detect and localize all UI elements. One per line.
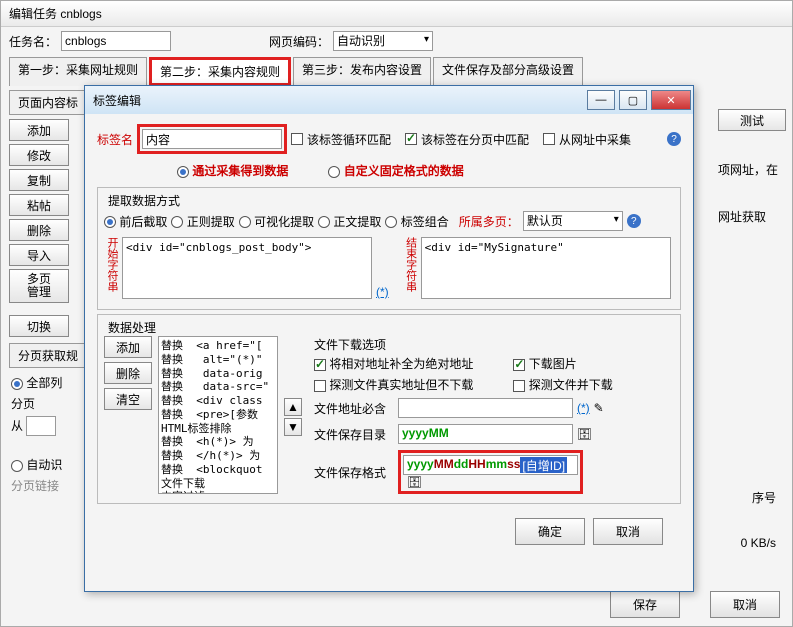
chk-page-match[interactable]: [405, 133, 417, 145]
tag-name-input[interactable]: [142, 129, 282, 149]
dl-group-label: 文件下载选项: [314, 336, 674, 353]
radio-ex-cut[interactable]: [104, 216, 116, 228]
task-name-input[interactable]: [61, 31, 171, 51]
proc-del[interactable]: 删除: [104, 362, 152, 384]
tag-name-highlight: [137, 124, 287, 154]
tab-step1[interactable]: 第一步：采集网址规则: [9, 57, 147, 86]
help-icon-2[interactable]: ?: [627, 214, 641, 228]
proc-clear[interactable]: 清空: [104, 388, 152, 410]
page-link-label: 分页链接: [11, 479, 59, 493]
radio-ex-regex[interactable]: [171, 216, 183, 228]
step-tabs: 第一步：采集网址规则 第二步：采集内容规则 第三步：发布内容设置 文件保存及部分…: [1, 55, 792, 86]
pencil-icon[interactable]: ✎: [594, 401, 604, 415]
from-input[interactable]: [26, 416, 56, 436]
main-save-button[interactable]: 保存: [610, 591, 680, 618]
main-title: 编辑任务 cnblogs: [1, 1, 792, 27]
process-fieldset: 数据处理 添加 删除 清空 替换 <a href="[ 替换 alt="(*)"…: [97, 314, 681, 504]
radio-auto[interactable]: [11, 460, 23, 472]
btn-add[interactable]: 添加: [9, 119, 69, 141]
radio-ex-group[interactable]: [385, 216, 397, 228]
seq-label: 序号: [752, 489, 776, 506]
radio-mode-custom[interactable]: [328, 166, 340, 178]
maximize-button[interactable]: ▢: [619, 90, 647, 110]
page-fetch-tab[interactable]: 分页获取规: [9, 343, 87, 368]
page-content-tab[interactable]: 页面内容标: [9, 90, 87, 115]
db-icon[interactable]: 🗄: [577, 427, 592, 441]
move-up-icon[interactable]: ▲: [284, 398, 302, 416]
help-icon[interactable]: ?: [667, 132, 681, 146]
dialog-titlebar[interactable]: 标签编辑 — ▢ ✕: [85, 86, 693, 114]
tag-name-label: 标签名: [97, 131, 133, 148]
encoding-select[interactable]: 自动识别: [333, 31, 433, 51]
main-cancel-button[interactable]: 取消: [710, 591, 780, 618]
save-dir-input[interactable]: yyyyMM: [398, 424, 573, 444]
btn-copy[interactable]: 复制: [9, 169, 69, 191]
chk-from-url[interactable]: [543, 133, 555, 145]
tab-step3[interactable]: 第三步：发布内容设置: [293, 57, 431, 86]
close-button[interactable]: ✕: [651, 90, 691, 110]
page-label: 分页: [11, 397, 35, 411]
radio-ex-visual[interactable]: [239, 216, 251, 228]
btn-paste[interactable]: 粘帖: [9, 194, 69, 216]
end-str-label: 结束字符串: [403, 237, 417, 299]
btn-test[interactable]: 测试: [718, 109, 786, 131]
minimize-button[interactable]: —: [587, 90, 615, 110]
start-str-label: 开始字符串: [104, 237, 118, 299]
cancel-button[interactable]: 取消: [593, 518, 663, 545]
chk-probe-dl[interactable]: [513, 380, 525, 392]
url-contain-input[interactable]: [398, 398, 573, 418]
start-string-input[interactable]: [122, 237, 372, 299]
save-fmt-input[interactable]: yyyyMMddHHmmss [自增ID]: [403, 455, 578, 475]
chk-abs-url[interactable]: [314, 359, 326, 371]
proc-add[interactable]: 添加: [104, 336, 152, 358]
btn-multipage[interactable]: 多页管理: [9, 269, 69, 303]
tag-edit-dialog: 标签编辑 — ▢ ✕ 标签名 该标签循环匹配 该标签在分页中匹配 从网址中采集 …: [84, 85, 694, 592]
radio-ex-text[interactable]: [318, 216, 330, 228]
dialog-title: 标签编辑: [93, 92, 141, 109]
btn-import[interactable]: 导入: [9, 244, 69, 266]
ok-button[interactable]: 确定: [515, 518, 585, 545]
db-icon-2[interactable]: 🗄: [407, 475, 422, 489]
extract-fieldset: 提取数据方式 前后截取 正则提取 可视化提取 正文提取 标签组合 所属多页： 默…: [97, 187, 681, 310]
chk-dl-img[interactable]: [513, 359, 525, 371]
radio-all-list[interactable]: [11, 378, 23, 390]
belong-select[interactable]: 默认页: [523, 211, 623, 231]
chk-loop-match[interactable]: [291, 133, 303, 145]
tab-step4[interactable]: 文件保存及部分高级设置: [433, 57, 583, 86]
encoding-label: 网页编码：: [269, 33, 329, 50]
save-fmt-highlight: yyyyMMddHHmmss [自增ID] 🗄: [398, 450, 583, 494]
move-down-icon[interactable]: ▼: [284, 418, 302, 436]
asterisk-link-2[interactable]: (*): [577, 401, 590, 415]
process-list[interactable]: 替换 <a href="[ 替换 alt="(*)" 替换 data-orig …: [158, 336, 278, 494]
speed-label: 0 KB/s: [741, 536, 776, 550]
bg-fragments: 测试 项网址，在 网址获取: [718, 109, 786, 225]
task-name-label: 任务名：: [9, 33, 57, 50]
tab-step2[interactable]: 第二步：采集内容规则: [149, 57, 291, 86]
from-label: 从: [11, 419, 23, 433]
btn-edit[interactable]: 修改: [9, 144, 69, 166]
chk-probe[interactable]: [314, 380, 326, 392]
radio-mode-collect[interactable]: [177, 166, 189, 178]
btn-delete[interactable]: 删除: [9, 219, 69, 241]
asterisk-link-1[interactable]: (*): [376, 285, 389, 299]
btn-switch[interactable]: 切换: [9, 315, 69, 337]
end-string-input[interactable]: [421, 237, 671, 299]
